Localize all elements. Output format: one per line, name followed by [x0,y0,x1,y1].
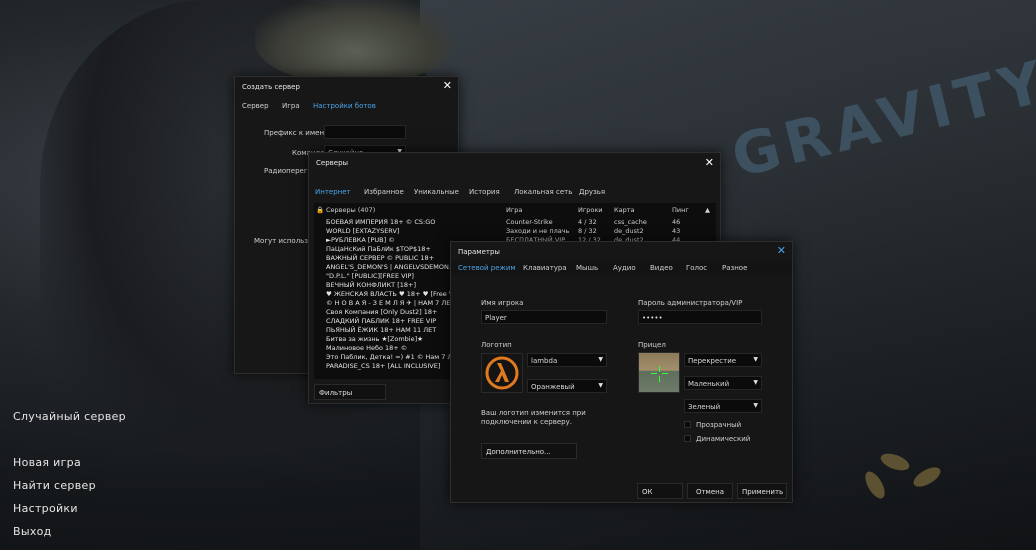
scroll-up-icon[interactable]: ▲ [705,206,710,214]
crosshair-type-select[interactable]: Перекрестие ▼ [684,353,762,367]
logo-select[interactable]: lambda ▼ [527,353,607,367]
crosshair-size-select[interactable]: Маленький ▼ [684,376,762,390]
tab-audio[interactable]: Аудио [613,264,636,272]
options-title: Параметры [458,248,500,256]
tab-misc[interactable]: Разное [722,264,747,272]
column-header-ping[interactable]: Пинг [672,206,689,214]
menu-random-server[interactable]: Случайный сервер [13,410,126,423]
filters-button[interactable]: Фильтры [314,384,386,400]
admin-password-label: Пароль администратора/VIP [638,299,743,307]
table-row[interactable]: Это Паблик, Детка! =) #1 © Нам 7 ЛЕТ [326,353,456,361]
table-row[interactable]: ВЕЧНЫЙ КОНФЛИКТ [18+] [326,281,416,289]
tab-favorites[interactable]: Избранное [364,188,404,196]
close-icon[interactable]: ✕ [443,80,452,92]
lock-icon: 🔒 [316,206,325,214]
menu-find-server[interactable]: Найти сервер [13,479,96,492]
player-name-input[interactable]: Player [481,310,607,324]
tab-bot-settings[interactable]: Настройки ботов [313,102,376,110]
logo-note: Ваш логотип изменится при подключении к … [481,409,586,426]
admin-password-input[interactable]: ••••• [638,310,762,324]
servers-title: Серверы [316,159,349,167]
apply-button[interactable]: Применить [737,483,787,499]
crosshair-type-value: Перекрестие [688,357,737,365]
dynamic-label: Динамический [696,435,751,443]
ok-button[interactable]: ОК [637,483,683,499]
tab-mouse[interactable]: Мышь [576,264,598,272]
table-row[interactable]: ♥ ЖЕНСКАЯ ВЛАСТЬ ♥ 18+ ♥ [Free VIP] [326,290,456,298]
tab-video[interactable]: Видео [650,264,673,272]
row-ping: 46 [672,218,681,226]
crosshair-label: Прицел [638,341,666,349]
column-header-players[interactable]: Игроки [578,206,603,214]
column-header-servers[interactable]: Серверы (407) [326,206,375,214]
row-game: Counter-Strike [506,218,553,226]
prefix-input[interactable] [324,125,406,139]
tab-game[interactable]: Игра [282,102,300,110]
table-row[interactable]: ПЬЯНЫЙ ЁЖИК 18+ НАМ 11 ЛЕТ [326,326,436,334]
chevron-down-icon: ▼ [598,382,603,389]
create-server-title: Создать сервер [242,83,300,91]
column-header-map[interactable]: Карта [614,206,635,214]
tab-server[interactable]: Сервер [242,102,269,110]
row-game: Заходи и не плачь [506,227,570,235]
row-map: css_cache [614,218,647,226]
close-icon[interactable]: ✕ [705,157,714,169]
close-icon[interactable]: ✕ [777,245,786,257]
crosshair-preview-image [638,352,680,393]
options-tabbar: Сетевой режим Клавиатура Мышь Аудио Виде… [451,261,792,275]
menu-settings[interactable]: Настройки [13,502,78,515]
tab-unique[interactable]: Уникальные [414,188,459,196]
tab-internet[interactable]: Интернет [315,188,351,196]
table-row[interactable]: ►РУБЛЕВКА [PUB] © [326,236,395,244]
tab-lan[interactable]: Локальная сеть [514,188,572,196]
transparent-checkbox[interactable] [684,421,691,428]
table-row[interactable]: ANGEL'S_DEMON'S | ANGELVSDEMON.RU [326,263,456,271]
logo-color-select[interactable]: Оранжевый ▼ [527,379,607,393]
table-row[interactable]: СЛАДКИЙ ПАБЛИК 18+ FREE VIP [326,317,436,325]
row-players: 4 / 32 [578,218,597,226]
options-window: Параметры ✕ Сетевой режим Клавиатура Мыш… [450,241,793,503]
chevron-down-icon: ▼ [598,356,603,363]
chevron-down-icon: ▼ [753,402,758,409]
column-header-game[interactable]: Игра [506,206,522,214]
lambda-logo-icon [481,353,523,393]
table-row[interactable]: БОЕВАЯ ИМПЕРИЯ 18+ © CS:GO [326,218,435,226]
tab-keyboard[interactable]: Клавиатура [523,264,567,272]
prefix-label: Префикс к имени [264,129,329,137]
chevron-down-icon: ▼ [753,356,758,363]
chevron-down-icon: ▼ [753,379,758,386]
row-ping: 43 [672,227,681,235]
table-row[interactable]: Малиновое Небо 18+ © [326,344,407,352]
tab-voice[interactable]: Голос [686,264,707,272]
table-row[interactable]: Битва за жизнь ★[Zombie]★ [326,335,423,343]
table-row[interactable]: PARADISE_CS 18+ [ALL INCLUSIVE] [326,362,440,370]
table-row[interactable]: ВАЖНЫЙ СЕРВЕР © PUBLIC 18+ [326,254,434,262]
tab-history[interactable]: История [469,188,500,196]
table-row[interactable]: "D.P.L." [PUBLIC][FREE VIP] [326,272,414,280]
menu-new-game[interactable]: Новая игра [13,456,81,469]
crosshair-color-select[interactable]: Зеленый ▼ [684,399,762,413]
table-row[interactable]: WORLD [EXTAZYSERV] [326,227,399,235]
background-helmet [255,0,455,85]
player-name-label: Имя игрока [481,299,524,307]
server-list: 🔒 Серверы (407) БОЕВАЯ ИМПЕРИЯ 18+ © CS:… [314,203,456,379]
dynamic-checkbox[interactable] [684,435,691,442]
row-players: 8 / 32 [578,227,597,235]
logo-color-value: Оранжевый [531,383,575,391]
menu-exit[interactable]: Выход [13,525,52,538]
row-map: de_dust2 [614,227,644,235]
crosshair-size-value: Маленький [688,380,730,388]
tab-friends[interactable]: Друзья [579,188,605,196]
advanced-button[interactable]: Дополнительно... [481,443,577,459]
table-row[interactable]: ПаЦаНсКий ПаБлИк $TOP$18+ [326,245,431,253]
tab-network[interactable]: Сетевой режим [458,264,516,272]
cancel-button[interactable]: Отмена [687,483,733,499]
transparent-label: Прозрачный [696,421,742,429]
table-row[interactable]: © Н О В А Я - З Е М Л Я ✈ | НАМ 7 ЛЕТ [326,299,454,307]
table-row[interactable]: Своя Компания [Only Dust2] 18+ [326,308,438,316]
logo-label: Логотип [481,341,512,349]
logo-value: lambda [531,357,558,365]
crosshair-color-value: Зеленый [688,403,721,411]
